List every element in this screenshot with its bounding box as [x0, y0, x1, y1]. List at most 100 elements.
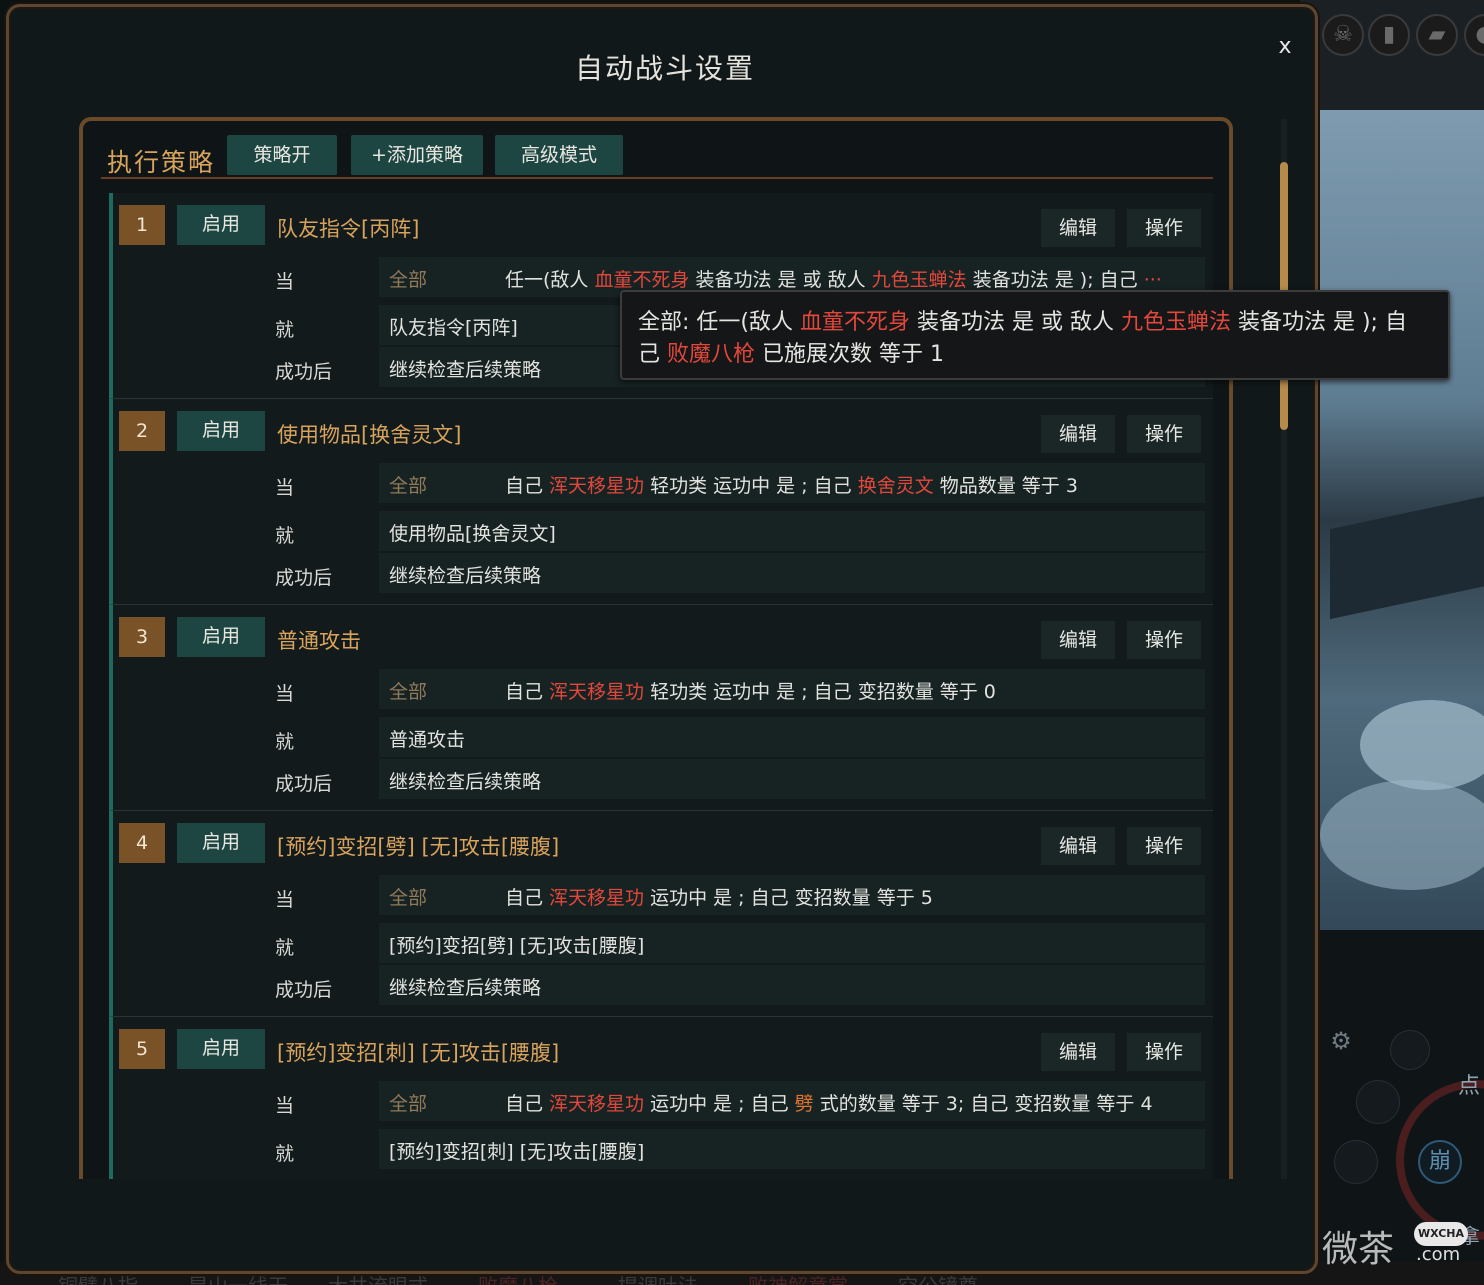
- strategy-name: [预约]变招[刺] [无]攻击[腰腹]: [277, 1041, 560, 1065]
- condition-fragment: 运功中 是 ; 自己 变招数量 等于 5: [644, 887, 933, 909]
- condition-fragment: 装备功法 是 或 敌人: [910, 310, 1121, 335]
- cloud: [1320, 780, 1484, 890]
- operate-button[interactable]: 操作: [1127, 209, 1201, 247]
- strategy-number: 5: [119, 1029, 165, 1069]
- condition-fragment: 自己: [505, 475, 550, 497]
- enable-button[interactable]: 启用: [177, 205, 265, 245]
- condition-fragment: 已施展次数 等于 1: [755, 342, 944, 367]
- condition-fragment: 己: [638, 342, 667, 367]
- watermark-brand: 微茶: [1322, 1229, 1395, 1270]
- then-label: 就: [275, 319, 295, 341]
- dialog-title: 自动战斗设置: [574, 52, 755, 85]
- strategy-name: 普通攻击: [277, 629, 361, 653]
- skill-slot[interactable]: [1334, 1140, 1378, 1184]
- when-label: 当: [275, 271, 295, 293]
- edit-button[interactable]: 编辑: [1041, 621, 1115, 659]
- strategy-panel: 执行策略 策略开 +添加策略 高级模式 1 启用 队友指令[丙阵] 编辑 操作当 全部 …: [79, 117, 1233, 1179]
- operate-button[interactable]: 操作: [1127, 415, 1201, 453]
- then-label: 就: [275, 731, 295, 753]
- skull-icon[interactable]: ☠: [1322, 14, 1364, 56]
- condition-text: 自己 浑天移星功 运功中 是 ; 自己 劈 式的数量 等于 3; 自己 变招数量…: [505, 1089, 1153, 1116]
- highlighted-term: 九色玉蝉法: [871, 269, 967, 291]
- strategy-toggle-button[interactable]: 策略开: [227, 135, 337, 175]
- after-success-label: 成功后: [275, 361, 333, 383]
- highlighted-term: 换舍灵文: [857, 475, 934, 497]
- condition-fragment: 自己: [505, 681, 550, 703]
- enable-button[interactable]: 启用: [177, 411, 265, 451]
- highlighted-term: 劈: [794, 1093, 814, 1115]
- action-field[interactable]: 普通攻击: [379, 717, 1205, 757]
- boot-icon[interactable]: ▮: [1368, 14, 1410, 56]
- skill-slot[interactable]: [1390, 1030, 1430, 1070]
- after-success-label: 成功后: [275, 979, 333, 1001]
- operate-button[interactable]: 操作: [1127, 827, 1201, 865]
- beng-skill-button[interactable]: 崩: [1418, 1140, 1462, 1184]
- condition-field[interactable]: 全部 自己 浑天移星功 轻功类 运功中 是 ; 自己 换舍灵文 物品数量 等于 …: [379, 463, 1205, 503]
- condition-fragment: 自己: [505, 887, 550, 909]
- strategy-name: 队友指令[丙阵]: [277, 217, 420, 241]
- toolbar-label: 执行策略: [107, 148, 216, 177]
- when-label: 当: [275, 1095, 295, 1117]
- edit-button[interactable]: 编辑: [1041, 1033, 1115, 1071]
- advanced-mode-button[interactable]: 高级模式: [495, 135, 623, 175]
- condition-scope: 全部: [389, 887, 428, 909]
- cloud: [1360, 700, 1484, 790]
- highlighted-term: 浑天移星功: [549, 887, 645, 909]
- then-label: 就: [275, 1143, 295, 1165]
- condition-fragment: 自己: [505, 1093, 550, 1115]
- highlighted-term: 九色玉蝉法: [1120, 310, 1231, 335]
- strategy-card: 4 启用 [预约]变招[劈] [无]攻击[腰腹] 编辑 操作当 全部 自己 浑天移星功 …: [109, 811, 1213, 1017]
- condition-fragment: 式的数量 等于 3; 自己 变招数量 等于 4: [813, 1093, 1153, 1115]
- action-field[interactable]: 使用物品[换舍灵文]: [379, 511, 1205, 551]
- enable-button[interactable]: 启用: [177, 1029, 265, 1069]
- action-text: 普通攻击: [389, 729, 466, 751]
- side-char-dian: 点: [1458, 1074, 1481, 1099]
- condition-field[interactable]: 全部 自己 浑天移星功 运功中 是 ; 自己 劈 式的数量 等于 3; 自己 变…: [379, 1081, 1205, 1121]
- after-success-field[interactable]: 继续检查后续策略: [379, 553, 1205, 593]
- highlighted-term: 浑天移星功: [549, 475, 645, 497]
- condition-field[interactable]: 全部 自己 浑天移星功 运功中 是 ; 自己 变招数量 等于 5: [379, 875, 1205, 915]
- scroll-icon[interactable]: ▰: [1416, 14, 1458, 56]
- condition-text: 自己 浑天移星功 轻功类 运功中 是 ; 自己 换舍灵文 物品数量 等于 3: [505, 471, 1078, 498]
- condition-fragment: 轻功类 运功中 是 ; 自己 变招数量 等于 0: [644, 681, 996, 703]
- condition-text: 自己 浑天移星功 轻功类 运功中 是 ; 自己 变招数量 等于 0: [505, 677, 996, 704]
- action-text: 使用物品[换舍灵文]: [389, 523, 556, 545]
- operate-button[interactable]: 操作: [1127, 1033, 1201, 1071]
- skill-slot[interactable]: [1356, 1080, 1400, 1124]
- condition-field[interactable]: 全部 自己 浑天移星功 轻功类 运功中 是 ; 自己 变招数量 等于 0: [379, 669, 1205, 709]
- roof-silhouette: [1330, 490, 1484, 620]
- after-success-label: 成功后: [275, 567, 333, 589]
- action-text: [预约]变招[劈] [无]攻击[腰腹]: [389, 935, 645, 957]
- edit-button[interactable]: 编辑: [1041, 827, 1115, 865]
- highlighted-term: 血童不死身: [799, 310, 910, 335]
- condition-scope: 全部: [389, 681, 428, 703]
- enable-button[interactable]: 启用: [177, 823, 265, 863]
- add-strategy-button[interactable]: +添加策略: [351, 135, 483, 175]
- when-label: 当: [275, 477, 295, 499]
- condition-fragment: 轻功类 运功中 是 ; 自己: [644, 475, 858, 497]
- condition-fragment: 运功中 是 ; 自己: [644, 1093, 795, 1115]
- action-field[interactable]: [预约]变招[劈] [无]攻击[腰腹]: [379, 923, 1205, 963]
- edit-button[interactable]: 编辑: [1041, 209, 1115, 247]
- operate-button[interactable]: 操作: [1127, 621, 1201, 659]
- close-icon[interactable]: x: [1271, 33, 1299, 61]
- when-label: 当: [275, 889, 295, 911]
- strategy-card: 3 启用 普通攻击 编辑 操作当 全部 自己 浑天移星功 轻功类 运功中 是 ; 自己 …: [109, 605, 1213, 811]
- highlighted-term: 浑天移星功: [549, 1093, 645, 1115]
- strategy-toolbar: 执行策略 策略开 +添加策略 高级模式: [101, 135, 1213, 179]
- condition-scope: 全部: [389, 269, 428, 291]
- then-label: 就: [275, 525, 295, 547]
- item-icon[interactable]: ●: [1464, 14, 1484, 56]
- after-success-field[interactable]: 继续检查后续策略: [379, 759, 1205, 799]
- after-success-field[interactable]: 继续检查后续策略: [379, 965, 1205, 1005]
- game-background: ☠ ▮ ▰ ● ⚙ 点 崩 拿: [1300, 0, 1484, 1285]
- action-field[interactable]: [预约]变招[刺] [无]攻击[腰腹]: [379, 1129, 1205, 1169]
- edit-button[interactable]: 编辑: [1041, 415, 1115, 453]
- enable-button[interactable]: 启用: [177, 617, 265, 657]
- condition-fragment: 装备功法 是 ); 自己: [966, 269, 1144, 291]
- gear-icon[interactable]: ⚙: [1326, 1026, 1356, 1056]
- watermark-domain: .com: [1416, 1244, 1461, 1265]
- condition-fragment: 装备功法 是 ); 自: [1230, 310, 1407, 335]
- after-success-text: 继续检查后续策略: [389, 977, 542, 999]
- then-label: 就: [275, 937, 295, 959]
